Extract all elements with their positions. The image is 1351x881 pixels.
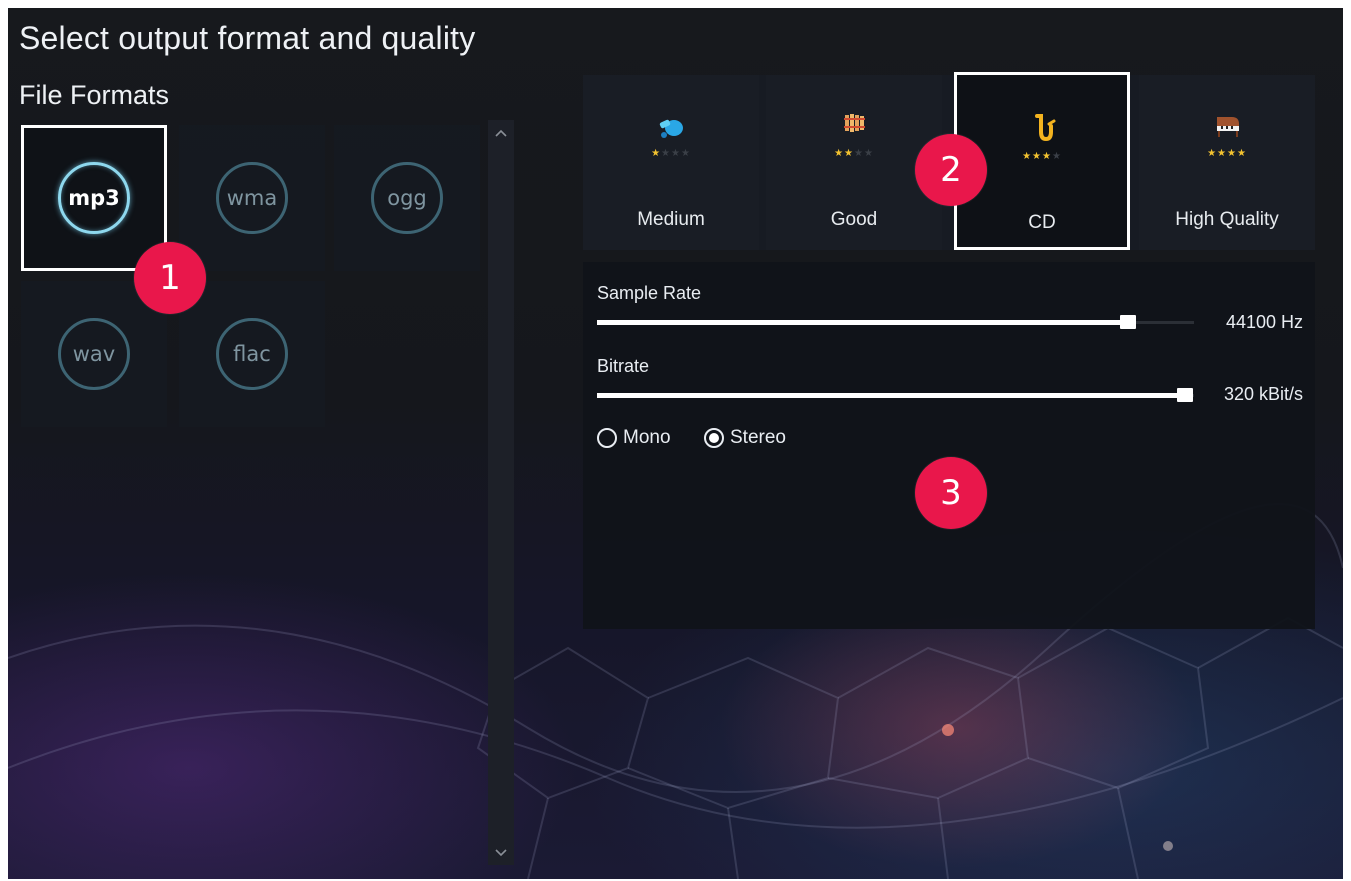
saxophone-icon bbox=[1035, 114, 1056, 142]
format-label: wma bbox=[226, 186, 278, 210]
quality-preset-high-quality[interactable]: ★★★★ High Quality bbox=[1139, 75, 1315, 250]
formats-scrollbar[interactable] bbox=[488, 120, 514, 865]
format-ring: wma bbox=[216, 162, 288, 234]
format-label: wav bbox=[72, 342, 116, 366]
annotation-badge-1: 1 bbox=[134, 242, 206, 314]
bitrate-label: Bitrate bbox=[597, 356, 650, 376]
format-label: mp3 bbox=[68, 186, 120, 210]
quality-preset-medium[interactable]: ★★★★ Medium bbox=[583, 75, 759, 250]
sample-rate-label: Sample Rate bbox=[597, 283, 702, 303]
bitrate-fill bbox=[597, 393, 1187, 398]
mono-radio-label: Mono bbox=[623, 427, 671, 448]
format-tile-mp3[interactable]: mp3 bbox=[21, 125, 167, 271]
scroll-up-arrow-icon[interactable] bbox=[488, 122, 514, 144]
annotation-badge-2: 2 bbox=[915, 134, 987, 206]
audio-settings-panel: Sample Rate 44100 Hz Bitrate 320 kBit/s … bbox=[583, 262, 1315, 629]
quality-label: Good bbox=[830, 209, 878, 230]
format-ring: flac bbox=[216, 318, 288, 390]
rating-stars: ★★★★ bbox=[651, 148, 691, 159]
rating-stars: ★★★★ bbox=[1207, 148, 1247, 159]
rating-stars: ★★★★ bbox=[834, 148, 874, 159]
quality-label: Medium bbox=[637, 209, 705, 230]
file-formats-heading: File Formats bbox=[19, 80, 170, 110]
quality-label: High Quality bbox=[1175, 209, 1279, 230]
format-tile-flac[interactable]: flac bbox=[179, 281, 325, 427]
mono-radio-circle[interactable] bbox=[597, 428, 617, 448]
format-tile-wma[interactable]: wma bbox=[179, 125, 325, 271]
annotation-badge-3: 3 bbox=[915, 457, 987, 529]
grand-piano-icon bbox=[1217, 117, 1239, 137]
bitrate-value: 320 kBit/s bbox=[1223, 384, 1303, 404]
stereo-radio-label: Stereo bbox=[730, 427, 786, 448]
quality-label: CD bbox=[1028, 212, 1056, 233]
xylophone-icon bbox=[844, 114, 865, 132]
stereo-radio-circle[interactable] bbox=[704, 428, 724, 448]
scroll-down-arrow-icon[interactable] bbox=[488, 842, 514, 864]
mono-radio[interactable]: Mono bbox=[597, 427, 671, 449]
app-window: Select output format and quality File Fo… bbox=[8, 8, 1343, 879]
sample-rate-value: 44100 Hz bbox=[1225, 312, 1303, 332]
whistle-icon bbox=[659, 119, 683, 138]
sample-rate-slider-thumb[interactable] bbox=[1120, 315, 1136, 329]
stereo-radio[interactable]: Stereo bbox=[704, 427, 786, 449]
bitrate-slider-thumb[interactable] bbox=[1177, 388, 1193, 402]
page-title: Select output format and quality bbox=[19, 20, 476, 56]
format-ring: wav bbox=[58, 318, 130, 390]
format-label: ogg bbox=[387, 186, 427, 210]
format-tile-ogg[interactable]: ogg bbox=[334, 125, 480, 271]
sample-rate-fill bbox=[597, 320, 1132, 325]
format-ring: ogg bbox=[371, 162, 443, 234]
format-ring: mp3 bbox=[58, 162, 130, 234]
format-label: flac bbox=[233, 342, 271, 366]
